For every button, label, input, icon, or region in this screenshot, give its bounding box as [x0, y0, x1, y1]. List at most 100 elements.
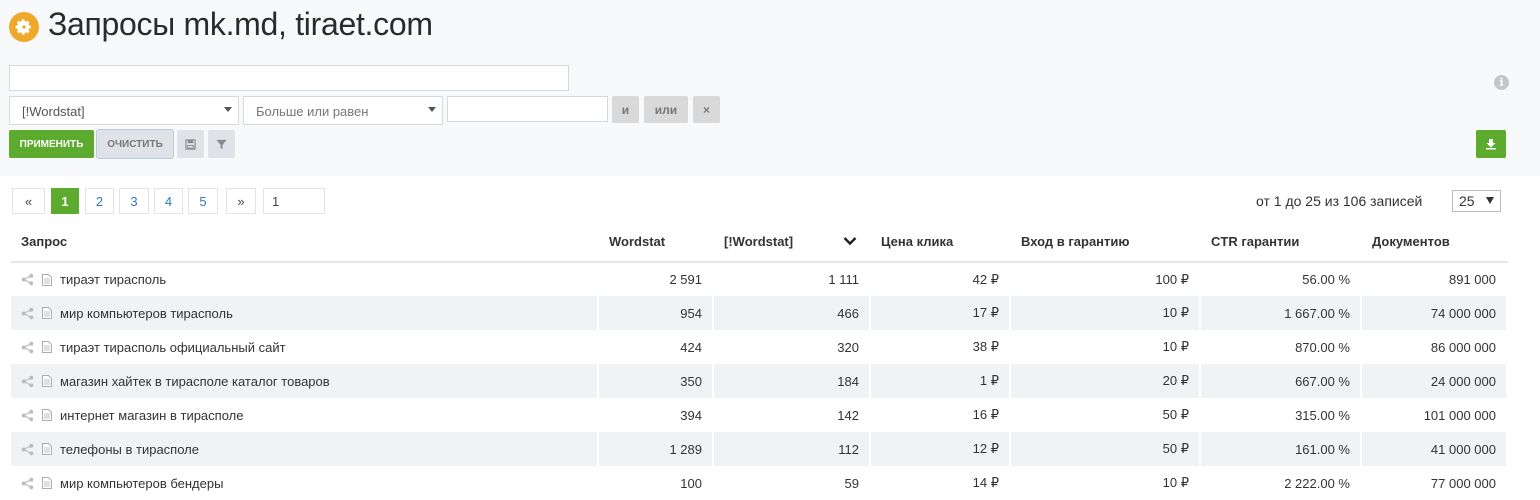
- documents-cell: 101 000 000: [1361, 398, 1508, 432]
- query-text[interactable]: мир компьютеров бендеры: [60, 476, 223, 491]
- remove-condition-button[interactable]: ×: [693, 96, 720, 123]
- guarantee-entry-cell: 100 ₽: [1010, 262, 1201, 296]
- document-icon[interactable]: [42, 273, 52, 286]
- document-icon[interactable]: [42, 409, 52, 421]
- queries-table: Запрос Wordstat [!Wordstat] Цена клика В…: [11, 222, 1508, 500]
- documents-cell: 891 000: [1361, 262, 1508, 296]
- column-header-query[interactable]: Запрос: [11, 222, 599, 263]
- query-cell: мир компьютеров тирасполь: [11, 296, 599, 330]
- click-price-cell: 12 ₽: [870, 432, 1011, 466]
- guarantee-entry-cell: 20 ₽: [1010, 364, 1201, 398]
- guarantee-entry-cell: 10 ₽: [1010, 466, 1201, 500]
- apply-button[interactable]: ПРИМЕНИТЬ: [9, 130, 94, 158]
- or-button[interactable]: или: [644, 96, 688, 123]
- documents-cell: 24 000 000: [1361, 364, 1508, 398]
- share-icon[interactable]: [21, 273, 34, 286]
- exact-wordstat-cell: 1 111: [713, 262, 871, 296]
- column-header-ctr-guarantee[interactable]: CTR гарантии: [1200, 222, 1362, 263]
- operator-select-value: Больше или равен: [256, 104, 369, 119]
- share-icon[interactable]: [21, 307, 34, 320]
- table-row[interactable]: тираэт тирасполь официальный сайт 424 320 3…: [11, 330, 1508, 364]
- search-input[interactable]: [9, 65, 569, 91]
- filter-button[interactable]: [208, 130, 235, 158]
- document-icon[interactable]: [42, 443, 52, 455]
- column-header-guarantee-entry[interactable]: Вход в гарантию: [1010, 222, 1201, 263]
- column-header-wordstat[interactable]: Wordstat: [598, 222, 714, 263]
- query-text[interactable]: мир компьютеров тирасполь: [60, 306, 233, 321]
- per-page-value: 25: [1459, 193, 1475, 209]
- column-header-click-price[interactable]: Цена клика: [870, 222, 1011, 263]
- pagination-prev[interactable]: «: [12, 188, 45, 214]
- download-icon: [1486, 139, 1496, 150]
- document-icon[interactable]: [42, 477, 52, 489]
- info-icon[interactable]: i: [1494, 75, 1509, 90]
- download-button[interactable]: [1476, 130, 1506, 158]
- pagination-page-1[interactable]: 1: [51, 188, 79, 214]
- pagination-page-5[interactable]: 5: [188, 188, 218, 214]
- click-price-cell: 16 ₽: [870, 398, 1011, 432]
- field-select-value: [!Wordstat]: [22, 104, 85, 119]
- column-header-documents[interactable]: Документов: [1361, 222, 1508, 263]
- chevron-down-icon: [1486, 197, 1494, 204]
- share-icon[interactable]: [21, 443, 34, 456]
- pagination-next[interactable]: »: [226, 188, 256, 214]
- table-row[interactable]: мир компьютеров бендеры 100 59 14 ₽10 ₽2 22…: [11, 466, 1508, 500]
- table-row[interactable]: мир компьютеров тирасполь 954 466 17 ₽10 ₽1…: [11, 296, 1508, 330]
- pagination-page-4[interactable]: 4: [154, 188, 183, 214]
- pagination-page-3[interactable]: 3: [119, 188, 149, 214]
- share-icon[interactable]: [21, 375, 34, 388]
- documents-cell: 86 000 000: [1361, 330, 1508, 364]
- chevron-down-icon: [224, 107, 232, 112]
- save-filter-button[interactable]: [177, 130, 204, 158]
- operator-select[interactable]: Больше или равен: [243, 96, 443, 125]
- clear-button[interactable]: ОЧИСТИТЬ: [97, 130, 173, 158]
- document-icon[interactable]: [42, 341, 52, 353]
- share-icon[interactable]: [21, 409, 34, 422]
- wordstat-cell: 100: [598, 466, 714, 500]
- ctr-guarantee-cell: 870.00 %: [1200, 330, 1362, 364]
- table-row[interactable]: магазин хайтек в тирасполе каталог товар…: [11, 364, 1508, 398]
- document-icon[interactable]: [42, 375, 52, 387]
- guarantee-entry-cell: 50 ₽: [1010, 432, 1201, 466]
- funnel-icon: [216, 139, 227, 149]
- document-icon[interactable]: [42, 307, 52, 319]
- exact-wordstat-cell: 142: [713, 398, 871, 432]
- table-row[interactable]: интернет магазин в тирасполе 394 142 16 ₽50…: [11, 398, 1508, 432]
- exact-wordstat-cell: 184: [713, 364, 871, 398]
- documents-cell: 74 000 000: [1361, 296, 1508, 330]
- table-header-row: Запрос Wordstat [!Wordstat] Цена клика В…: [11, 222, 1508, 263]
- wordstat-cell: 1 289: [598, 432, 714, 466]
- field-select[interactable]: [!Wordstat]: [9, 96, 239, 125]
- ctr-guarantee-cell: 56.00 %: [1200, 262, 1362, 296]
- exact-wordstat-cell: 320: [713, 330, 871, 364]
- query-text[interactable]: тираэт тирасполь официальный сайт: [60, 340, 286, 355]
- guarantee-entry-cell: 10 ₽: [1010, 296, 1201, 330]
- records-info: от 1 до 25 из 106 записей: [1256, 193, 1423, 209]
- query-cell: интернет магазин в тирасполе: [11, 398, 599, 432]
- table-row[interactable]: тираэт тирасполь 2 591 1 111 42 ₽100 ₽56.00…: [11, 262, 1508, 296]
- and-button[interactable]: и: [612, 96, 639, 123]
- page-goto-input[interactable]: 1: [263, 188, 325, 214]
- ctr-guarantee-cell: 315.00 %: [1200, 398, 1362, 432]
- ctr-guarantee-cell: 1 667.00 %: [1200, 296, 1362, 330]
- query-text[interactable]: интернет магазин в тирасполе: [60, 408, 243, 423]
- wordstat-cell: 350: [598, 364, 714, 398]
- query-cell: тираэт тирасполь официальный сайт: [11, 330, 599, 364]
- settings-gear-icon[interactable]: [9, 12, 39, 42]
- share-icon[interactable]: [21, 341, 34, 354]
- column-header-exact-wordstat[interactable]: [!Wordstat]: [713, 222, 871, 263]
- click-price-cell: 1 ₽: [870, 364, 1011, 398]
- ctr-guarantee-cell: 2 222.00 %: [1200, 466, 1362, 500]
- query-cell: магазин хайтек в тирасполе каталог товар…: [11, 364, 599, 398]
- query-text[interactable]: тираэт тирасполь: [60, 272, 166, 287]
- per-page-select[interactable]: 25: [1452, 190, 1501, 212]
- pagination-page-2[interactable]: 2: [85, 188, 114, 214]
- documents-cell: 41 000 000: [1361, 432, 1508, 466]
- ctr-guarantee-cell: 667.00 %: [1200, 364, 1362, 398]
- share-icon[interactable]: [21, 477, 34, 490]
- filter-value-input[interactable]: [447, 96, 608, 122]
- query-text[interactable]: телефоны в тирасполе: [60, 442, 199, 457]
- query-text[interactable]: магазин хайтек в тирасполе каталог товар…: [60, 374, 330, 389]
- query-cell: мир компьютеров бендеры: [11, 466, 599, 500]
- table-row[interactable]: телефоны в тирасполе 1 289 112 12 ₽50 ₽161.…: [11, 432, 1508, 466]
